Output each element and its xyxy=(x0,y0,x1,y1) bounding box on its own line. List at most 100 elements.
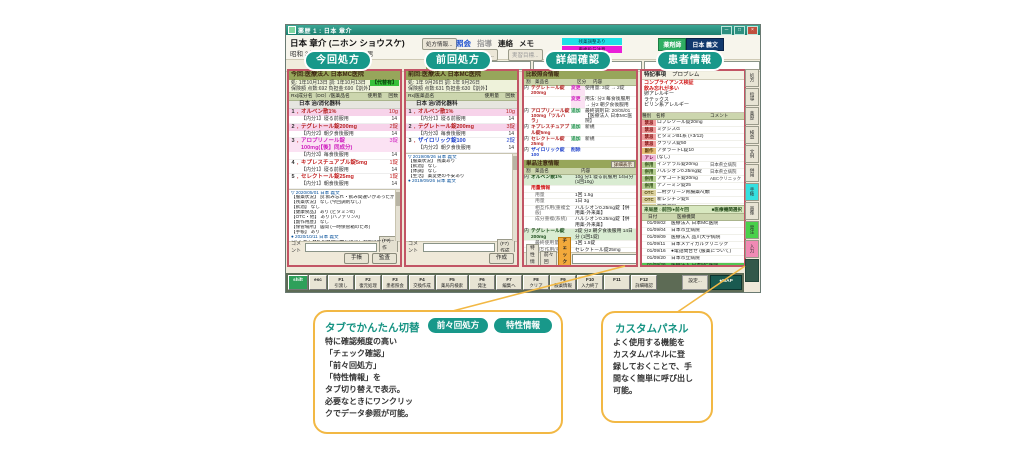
maximize-button[interactable]: □ xyxy=(734,26,745,35)
function-key-button[interactable]: F12 詳細確認 xyxy=(631,275,657,290)
check-tab[interactable]: チェック確認 xyxy=(558,237,571,267)
page: { "window": { "title": "薬歴 1 : 日本 章介", "… xyxy=(0,0,1028,465)
function-key-button[interactable]: F6 発注 xyxy=(469,275,495,290)
function-key-button[interactable]: F4 交換作成 xyxy=(409,275,435,290)
visit-row[interactable]: 01/09/26 医療法人 日本MC医院 xyxy=(642,263,744,266)
single-item-row[interactable]: 成分重複(系統) ハルシオン0.25mg錠【併用薬-外来薬】 xyxy=(524,217,636,229)
custom-panel-tab[interactable]: 指導 xyxy=(745,88,759,106)
compare-row[interactable]: 内 ザイロリック錠100 削除 xyxy=(524,148,636,159)
custom-panel-tab[interactable]: 薬歴 xyxy=(745,107,759,125)
drug-usage: 【内分3】毎食後服用 xyxy=(289,152,381,159)
close-button[interactable]: × xyxy=(747,26,758,35)
minimize-button[interactable]: ─ xyxy=(721,26,732,35)
detail-display-button[interactable]: 詳細表示 xyxy=(611,161,635,169)
patient-med-row[interactable]: 併用 ハルシオン0.25mg錠 日本県立病院 xyxy=(642,169,744,176)
pharmacist-button[interactable]: 薬剤師 xyxy=(658,38,686,51)
function-key-button[interactable]: shift xyxy=(288,275,308,290)
map-button[interactable]: ●MAP xyxy=(710,275,742,290)
custom-panel-tab[interactable]: 発注 xyxy=(745,221,759,239)
create-button[interactable]: 作成 xyxy=(489,253,514,264)
drug-row[interactable]: 3ザイロリック錠1002錠 【内分2】朝夕食後服用14 xyxy=(406,138,517,153)
compare-row[interactable]: 変更 用法: 分3 毎食後服用 → 分2 朝夕食後服用 xyxy=(524,97,636,108)
custom-panel-tab[interactable]: 検査 xyxy=(745,126,759,144)
visit-row[interactable]: 01/09/04 日本市立病院 xyxy=(642,228,744,235)
item-content: 10g 分1 寝る前服用 14日分 (1回10g) xyxy=(575,175,636,186)
function-key-button[interactable]: F3 患者照会 xyxy=(382,275,408,290)
check-tab-input[interactable] xyxy=(572,254,638,264)
compare-row[interactable]: 内 キプレスチュアブル錠5mg 追加 新規 xyxy=(524,125,636,136)
patient-med-row[interactable]: 併用 インデラル錠20mg 日本県立病院 xyxy=(642,162,744,169)
function-key-button[interactable]: F11 xyxy=(604,275,630,290)
compare-row[interactable]: 内 テグレトール錠200mg 変更 使用量: 3錠 → 2錠 xyxy=(524,86,636,97)
patient-med-row[interactable]: 副作 アダラートL錠10 xyxy=(642,148,744,155)
quick-link[interactable]: メモ xyxy=(519,38,534,49)
patient-med-row[interactable]: 禁忌 ロプレソール錠20mg xyxy=(642,120,744,127)
training-button[interactable]: 実習目標... xyxy=(508,49,543,61)
drug-row[interactable]: 2テグレトール錠200mg3錠 【内分3】毎食後服用14 xyxy=(406,124,517,139)
quick-link[interactable]: 照会 xyxy=(456,38,471,49)
patient-med-row[interactable]: 併用 アサコート錠20mg ABCクリニック xyxy=(642,176,744,183)
function-key-button[interactable]: F7 編集へ xyxy=(496,275,522,290)
audit-button[interactable]: 監査 xyxy=(372,253,397,264)
problem-label[interactable]: プロブレム xyxy=(672,71,699,79)
current-rx-doctor-group: 日本 治/消化器科 xyxy=(289,101,400,109)
function-key-button[interactable]: F10 入力終了 xyxy=(577,275,603,290)
rx-info-button[interactable]: 処方情報... xyxy=(422,38,457,50)
drug-row[interactable]: 4キプレスチュアブル錠5mg1錠 【内分1】寝る前服用14 xyxy=(289,160,400,175)
drug-row[interactable]: 1オルベン散1%10g 【内分1】寝る前服用14 xyxy=(406,109,517,124)
log-scrollbar[interactable] xyxy=(512,154,517,242)
single-item-row[interactable]: 相互作用(重複全般) ハルシオン0.25mg錠【併用薬-外来薬】 xyxy=(524,206,636,218)
function-key-button[interactable]: F5 薬局内検索 xyxy=(436,275,468,290)
drug-row[interactable]: 1オルベン散1%10g 【内分1】寝る前服用14 xyxy=(289,109,400,124)
function-key-button[interactable]: F8 クリア xyxy=(523,275,549,290)
patient-med-row[interactable]: 禁忌 クラリス錠50 xyxy=(642,141,744,148)
drug-row[interactable]: 5セレクトール錠25mg1錠 【内分1】朝食後服用14 xyxy=(289,174,400,189)
visit-row[interactable]: 01/09/11 日本メディカルクリニック xyxy=(642,242,744,249)
patient-med-row[interactable]: 併用 テノーミン錠25 xyxy=(642,183,744,190)
patient-med-row[interactable]: 禁忌 ミグシスG xyxy=(642,127,744,134)
current-rx-guidance-log[interactable]: ▽ 2020/05/01 日本 義文【服薬状況】 良:飲み忘れ・飲み間違いがあっ… xyxy=(289,189,400,242)
drug-usage: 【内分1】寝る前服用 xyxy=(406,116,498,123)
special-notes-list[interactable]: コンプライアンス検証飲み忘れが多い卵アレルギーラテックスピリン系アレルギー xyxy=(642,80,744,113)
previous-rx-comment-input[interactable] xyxy=(423,243,495,252)
col-comment: コメント xyxy=(710,113,744,119)
custom-panel-tab[interactable]: 手帳 xyxy=(745,183,759,201)
function-key-action: 服薬情報 xyxy=(554,283,572,288)
compare-row[interactable]: 内 アロプリノール錠100mg「ツルハラ」 追加 最終調剤日: 20/05/01… xyxy=(524,109,636,126)
quick-link[interactable]: 指導 xyxy=(477,38,492,49)
visit-row[interactable]: 01/09/20 日本市立病院 xyxy=(642,256,744,263)
custom-panel-tab[interactable]: 処方 xyxy=(745,69,759,87)
callout-left-title: タブでかんたん切替 xyxy=(325,320,420,335)
visit-row[interactable]: 01/09/16 ●電話問合せ (服薬について) xyxy=(642,249,744,256)
previous-rx-guidance-log[interactable]: ▽ 2019/09/26 日本 義文【服薬状況】 残薬あり【飲酒】 なし【体調】… xyxy=(406,153,517,242)
drug-row[interactable]: 3アロプリノール錠100mg(【後】同成分)3錠 【内分3】毎食後服用14 xyxy=(289,138,400,160)
compare-row[interactable]: 内 セレクトール錠25mg 追加 新規 xyxy=(524,137,636,148)
visit-row[interactable]: 01/09/09 医療法人 品川大学病院 xyxy=(642,235,744,242)
function-key-button[interactable]: F1 引渡し xyxy=(328,275,354,290)
function-key-button[interactable]: F2 復元処理 xyxy=(355,275,381,290)
patient-med-row[interactable]: アレ (なし) xyxy=(642,155,744,162)
quick-link[interactable]: 連絡 xyxy=(498,38,513,49)
callout-text-line: 「チェック確認」 xyxy=(325,348,437,360)
function-key-button[interactable]: F9 服薬情報 xyxy=(550,275,576,290)
patient-med-row[interactable]: OTC 新レシチン錠S xyxy=(642,197,744,204)
log-scrollbar[interactable] xyxy=(395,190,400,242)
function-key-button[interactable]: esc xyxy=(309,275,327,290)
panel-current-rx: 今回:医療法人 日本MC医院 処: 1年10月13日 調: 1年10月13日 【… xyxy=(287,69,402,267)
check-tab[interactable]: 特性情報 xyxy=(526,244,539,267)
drug-row[interactable]: 2テグレトール錠200mg2錠 【内分2】朝夕食後服用14 xyxy=(289,124,400,139)
custom-panel-tab[interactable]: 併用 xyxy=(745,164,759,182)
custom-panel-tab[interactable]: 文例 xyxy=(745,145,759,163)
custom-panel-tab[interactable]: 入力 xyxy=(745,240,759,258)
visit-row[interactable]: 01/09/02 医療法人 日本MC医院 xyxy=(642,221,744,228)
check-tab[interactable]: 前々回 xyxy=(540,251,558,267)
patient-med-row[interactable]: 禁忌 ビタミンB1系 (×3/12) xyxy=(642,134,744,141)
custom-panel-tab[interactable]: 画像 xyxy=(745,202,759,220)
patient-med-row[interactable]: OTC 二村グリーン胃腸薬A(顆粒) xyxy=(642,190,744,197)
visit-org-select[interactable]: ■医療機関選択 xyxy=(712,206,742,213)
notebook-button[interactable]: 手帳 xyxy=(344,253,369,264)
settings-button[interactable]: 設定... xyxy=(682,275,708,290)
single-item-row[interactable]: 内 テグレトール錠200mg 2錠 分2 朝夕食後服用 14日分 (1回1錠) xyxy=(524,229,636,241)
single-item-row[interactable]: 内 オルベン散1% 10g 分1 寝る前服用 14日分 (1回10g) xyxy=(524,175,636,187)
current-rx-comment-input[interactable] xyxy=(305,243,377,252)
